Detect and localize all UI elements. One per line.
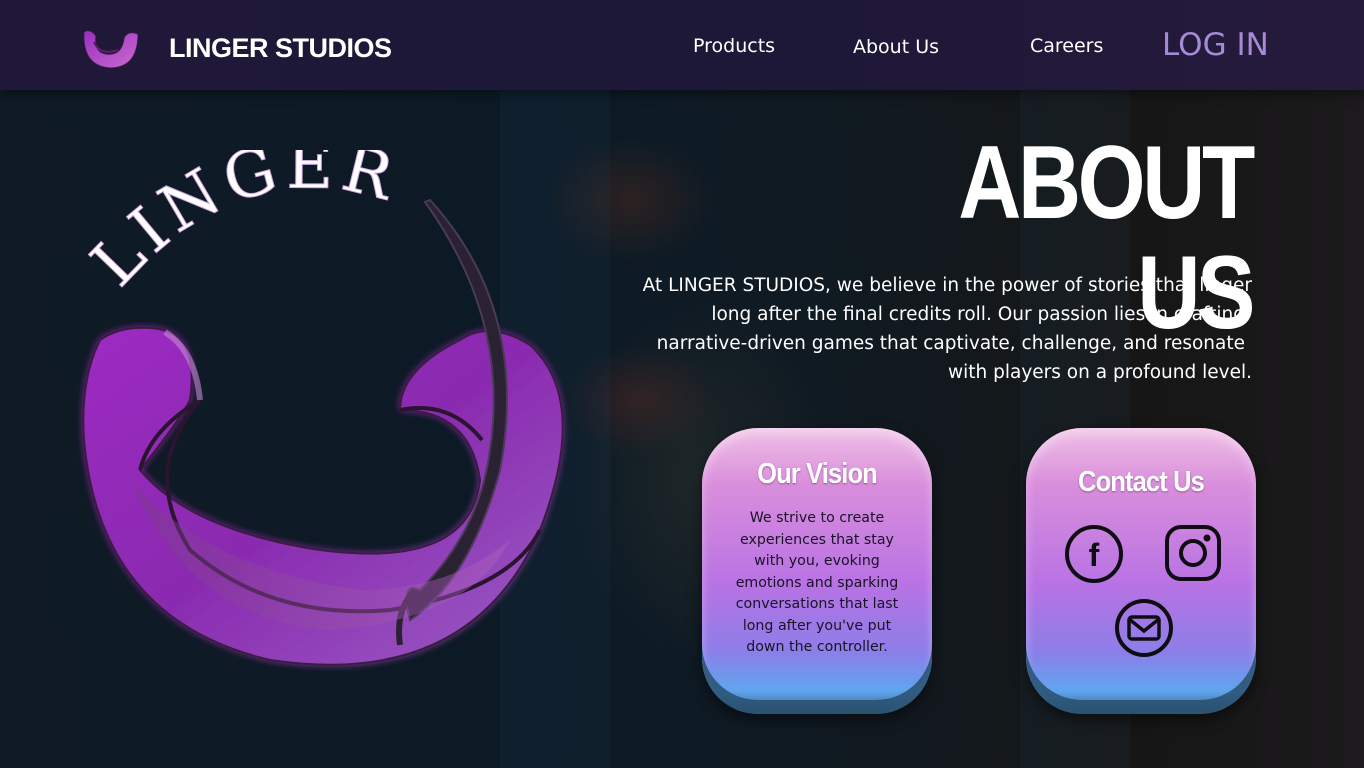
login-button[interactable]: LOG IN (1162, 27, 1269, 63)
hero-logo-text: LINGER (78, 150, 406, 301)
nav-careers[interactable]: Careers (1030, 35, 1103, 57)
linger-u-logo-icon[interactable] (80, 26, 142, 72)
vision-card-title: Our Vision (757, 458, 878, 490)
about-line: At LINGER STUDIOS, we believe in the pow… (642, 275, 1252, 296)
contact-card-title: Contact Us (1078, 466, 1205, 498)
about-line: with players on a profound level. (948, 362, 1252, 383)
vision-line: emotions and sparking (735, 574, 899, 591)
contact-card: Contact Us f (1026, 428, 1256, 714)
vision-line: conversations that last (735, 596, 899, 612)
vision-line: down the controller. (746, 639, 888, 655)
nav-about-us[interactable]: About Us (853, 36, 939, 58)
vision-line: We strive to create (749, 510, 885, 526)
vision-line: long after you've put (742, 617, 892, 634)
nav-products[interactable]: Products (693, 35, 775, 57)
about-line: narrative-driven games that captivate, c… (656, 333, 1245, 354)
top-navbar: LINGER STUDIOS Products About Us Careers… (0, 0, 1364, 90)
hero-logo: LINGER (70, 129, 590, 680)
email-icon[interactable] (1114, 598, 1174, 658)
vision-line: experiences that stay (740, 531, 894, 548)
svg-text:f: f (1089, 537, 1100, 573)
about-description: At LINGER STUDIOS, we believe in the pow… (600, 271, 1252, 387)
instagram-icon[interactable] (1164, 524, 1222, 582)
about-line: long after the final credits roll. Our p… (711, 304, 1245, 325)
facebook-icon[interactable]: f (1064, 524, 1124, 584)
vision-card: Our Vision We strive to create experienc… (702, 428, 932, 714)
vision-line: with you, evoking (754, 553, 880, 569)
vision-card-body: We strive to create experiences that sta… (726, 508, 908, 659)
brand-name[interactable]: LINGER STUDIOS (169, 33, 392, 64)
